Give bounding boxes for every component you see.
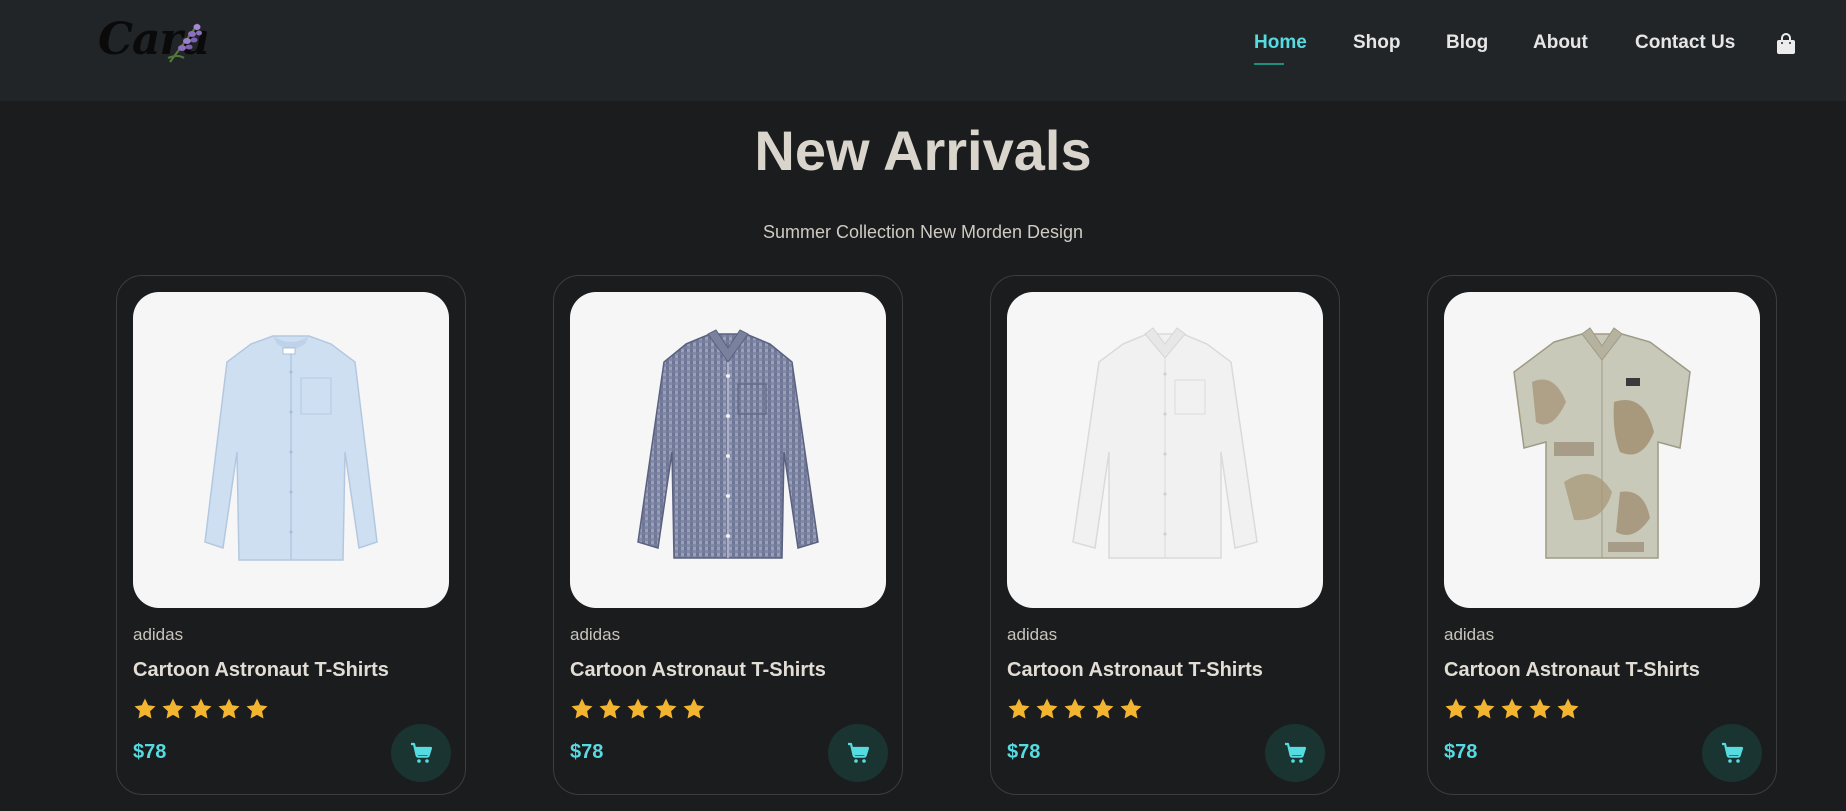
product-name[interactable]: Cartoon Astronaut T-Shirts	[1007, 659, 1263, 682]
section-subtitle: Summer Collection New Morden Design	[762, 222, 1084, 242]
printed-shirt-image	[1513, 327, 1691, 559]
star-icon	[190, 698, 212, 719]
star-icon	[627, 698, 649, 719]
nav-contact-label: Contact Us	[1635, 32, 1736, 53]
product-image[interactable]	[1444, 292, 1760, 608]
shopping-bag-icon[interactable]	[1776, 33, 1796, 55]
product-price: $78	[133, 741, 167, 763]
star-icon	[1036, 698, 1058, 719]
navy-gingham-shirt-image	[637, 329, 819, 559]
product-price: $78	[1007, 741, 1041, 763]
add-to-cart-button[interactable]	[1702, 724, 1762, 782]
star-icon	[1120, 698, 1142, 719]
star-icon	[1557, 698, 1579, 719]
star-icon	[1092, 698, 1114, 719]
nav-contact[interactable]: Contact Us	[1635, 32, 1735, 54]
product-name[interactable]: Cartoon Astronaut T-Shirts	[1444, 659, 1700, 682]
star-icon	[134, 698, 156, 719]
product-price: $78	[1444, 741, 1478, 763]
product-brand: adidas	[133, 625, 184, 644]
nav-shop[interactable]: Shop	[1353, 32, 1401, 54]
star-icon	[683, 698, 705, 719]
site-header: Cara Home Shop Blog About Contact Us	[0, 0, 1846, 101]
cart-icon	[848, 742, 870, 763]
star-icon	[1008, 698, 1030, 719]
cart-icon	[1722, 742, 1744, 763]
star-icon	[1064, 698, 1086, 719]
nav-blog-label: Blog	[1446, 32, 1489, 53]
star-icon	[599, 698, 621, 719]
product-brand: adidas	[570, 625, 621, 644]
product-name[interactable]: Cartoon Astronaut T-Shirts	[570, 659, 826, 682]
product-card[interactable]: adidas Cartoon Astronaut T-Shirts $78	[990, 275, 1340, 795]
light-blue-shirt-image	[204, 335, 378, 561]
add-to-cart-button[interactable]	[1265, 724, 1325, 782]
nav-home-label: Home	[1254, 32, 1307, 53]
star-icon	[655, 698, 677, 719]
star-icon	[246, 698, 268, 719]
nav-blog[interactable]: Blog	[1446, 32, 1488, 54]
star-icon	[1473, 698, 1495, 719]
nav-about-label: About	[1533, 32, 1588, 53]
star-icon	[162, 698, 184, 719]
add-to-cart-button[interactable]	[828, 724, 888, 782]
product-price: $78	[570, 741, 604, 763]
product-card[interactable]: adidas Cartoon Astronaut T-Shirts $78	[553, 275, 903, 795]
star-icon	[1501, 698, 1523, 719]
product-name[interactable]: Cartoon Astronaut T-Shirts	[133, 659, 389, 682]
product-card[interactable]: adidas Cartoon Astronaut T-Shirts $78	[116, 275, 466, 795]
star-icon	[1445, 698, 1467, 719]
product-image[interactable]	[570, 292, 886, 608]
nav-about[interactable]: About	[1533, 32, 1588, 54]
cart-icon	[1285, 742, 1307, 763]
add-to-cart-button[interactable]	[391, 724, 451, 782]
main-nav: Home Shop Blog About Contact Us	[0, 32, 1846, 72]
star-icon	[571, 698, 593, 719]
product-brand: adidas	[1444, 625, 1495, 644]
product-brand: adidas	[1007, 625, 1058, 644]
nav-shop-label: Shop	[1353, 32, 1401, 53]
product-card[interactable]: adidas Cartoon Astronaut T-Shirts $78	[1427, 275, 1777, 795]
product-image[interactable]	[1007, 292, 1323, 608]
star-icon	[1529, 698, 1551, 719]
nav-home[interactable]: Home	[1254, 32, 1307, 65]
product-image[interactable]	[133, 292, 449, 608]
star-icon	[218, 698, 240, 719]
section-title: New Arrivals	[754, 119, 1092, 182]
white-shirt-image	[1072, 327, 1258, 559]
cart-icon	[411, 742, 433, 763]
nav-active-underline	[1254, 63, 1284, 65]
